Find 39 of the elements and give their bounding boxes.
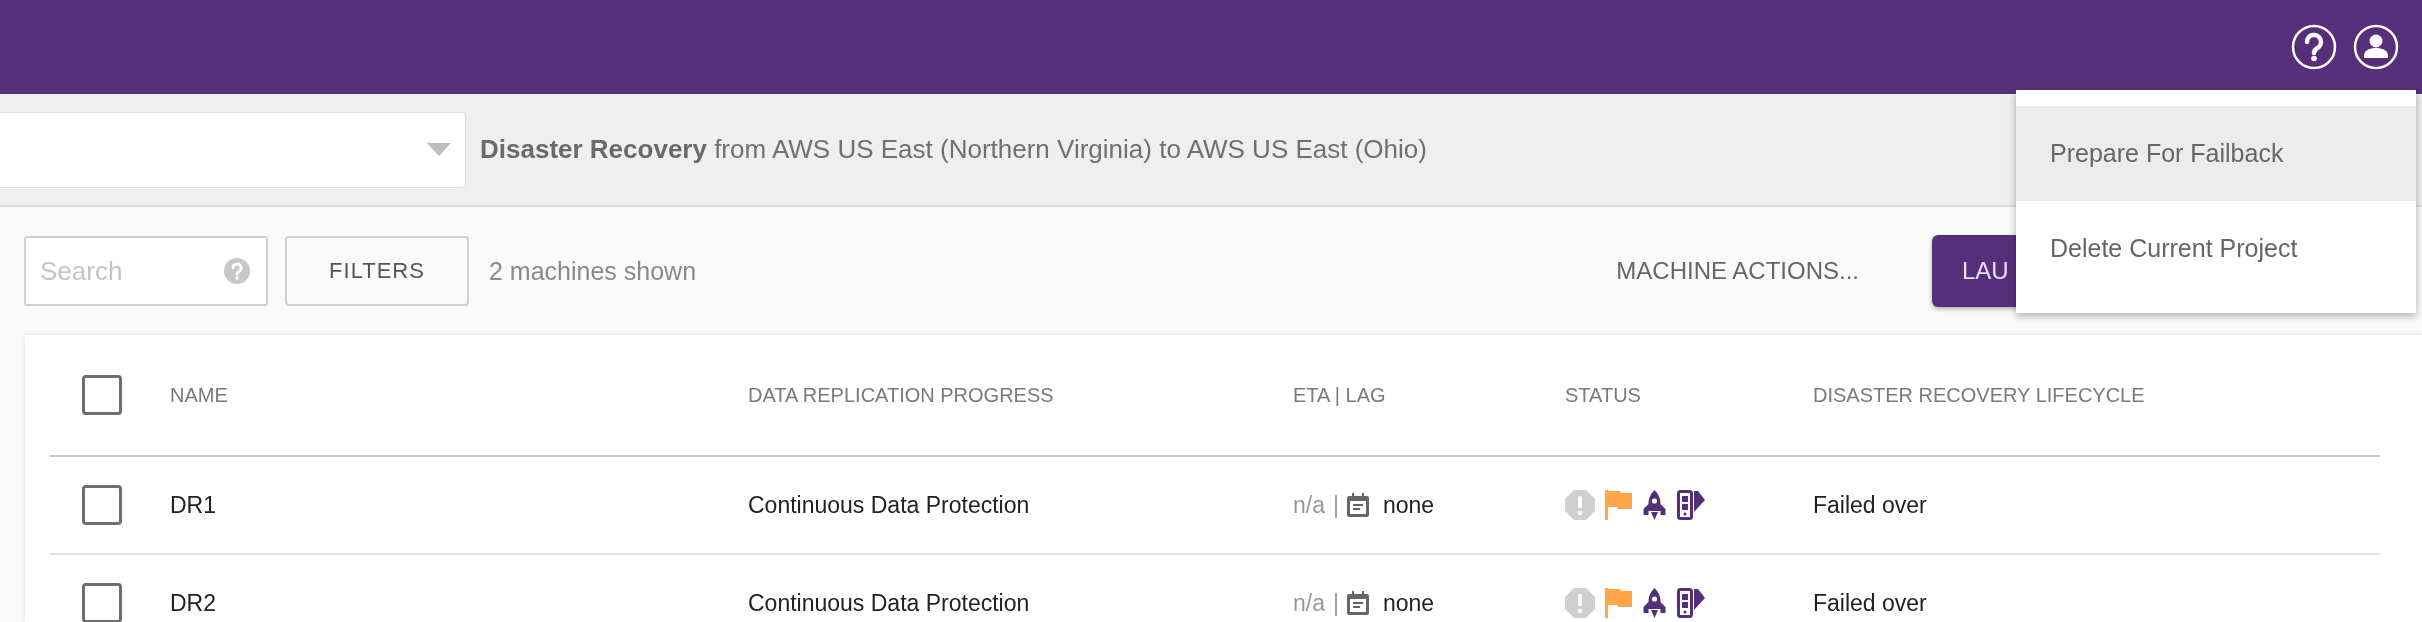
column-header: DISASTER RECOVERY LIFECYCLE <box>1813 383 2146 407</box>
separator: | <box>1333 491 1339 519</box>
filters-button[interactable]: FILTERS <box>285 236 469 306</box>
menu-item[interactable]: Prepare For Failback <box>2016 106 2416 201</box>
column-header: DATA REPLICATION PROGRESS <box>748 383 1055 407</box>
separator: | <box>1333 589 1339 617</box>
lifecycle-status: Failed over <box>1813 589 1928 617</box>
lifecycle-status: Failed over <box>1813 491 1928 519</box>
checkbox[interactable] <box>82 583 122 622</box>
help-icon[interactable] <box>2291 24 2337 70</box>
calendar-icon <box>1346 591 1369 615</box>
machine-name: DR2 <box>170 589 217 617</box>
flag-icon <box>1605 588 1632 618</box>
eta-value: n/a <box>1293 491 1325 519</box>
tag-icon <box>1677 588 1705 618</box>
calendar-icon <box>1346 493 1369 517</box>
machine-count: 2 machines shown <box>489 256 697 286</box>
caret-icon <box>427 142 451 157</box>
machine-actions-menu[interactable]: MACHINE ACTIONS... <box>1616 257 1859 285</box>
replication-mode: Continuous Data Protection <box>748 491 1031 519</box>
lag-value: none <box>1382 589 1435 617</box>
search-field[interactable]: Search <box>24 236 268 306</box>
column-header: STATUS <box>1565 383 1642 407</box>
replication-mode: Continuous Data Protection <box>748 589 1031 617</box>
user-icon[interactable] <box>2353 24 2399 70</box>
flag-icon <box>1605 490 1632 520</box>
column-header: ETA | LAG <box>1293 383 1387 407</box>
rocket-icon <box>1642 490 1667 520</box>
rocket-icon <box>1642 588 1667 618</box>
machine-name: DR1 <box>170 491 217 519</box>
column-header: NAME <box>170 383 229 407</box>
eta-value: n/a <box>1293 589 1325 617</box>
tag-icon <box>1677 490 1705 520</box>
project-title: Disaster Recovery from AWS US East (Northern Virginia) to AWS US East (Ohio) <box>480 134 1427 165</box>
checkbox[interactable] <box>82 375 122 415</box>
alert-icon <box>1565 588 1595 618</box>
alert-icon <box>1565 490 1595 520</box>
checkbox[interactable] <box>82 485 122 525</box>
lag-value: none <box>1382 491 1435 519</box>
